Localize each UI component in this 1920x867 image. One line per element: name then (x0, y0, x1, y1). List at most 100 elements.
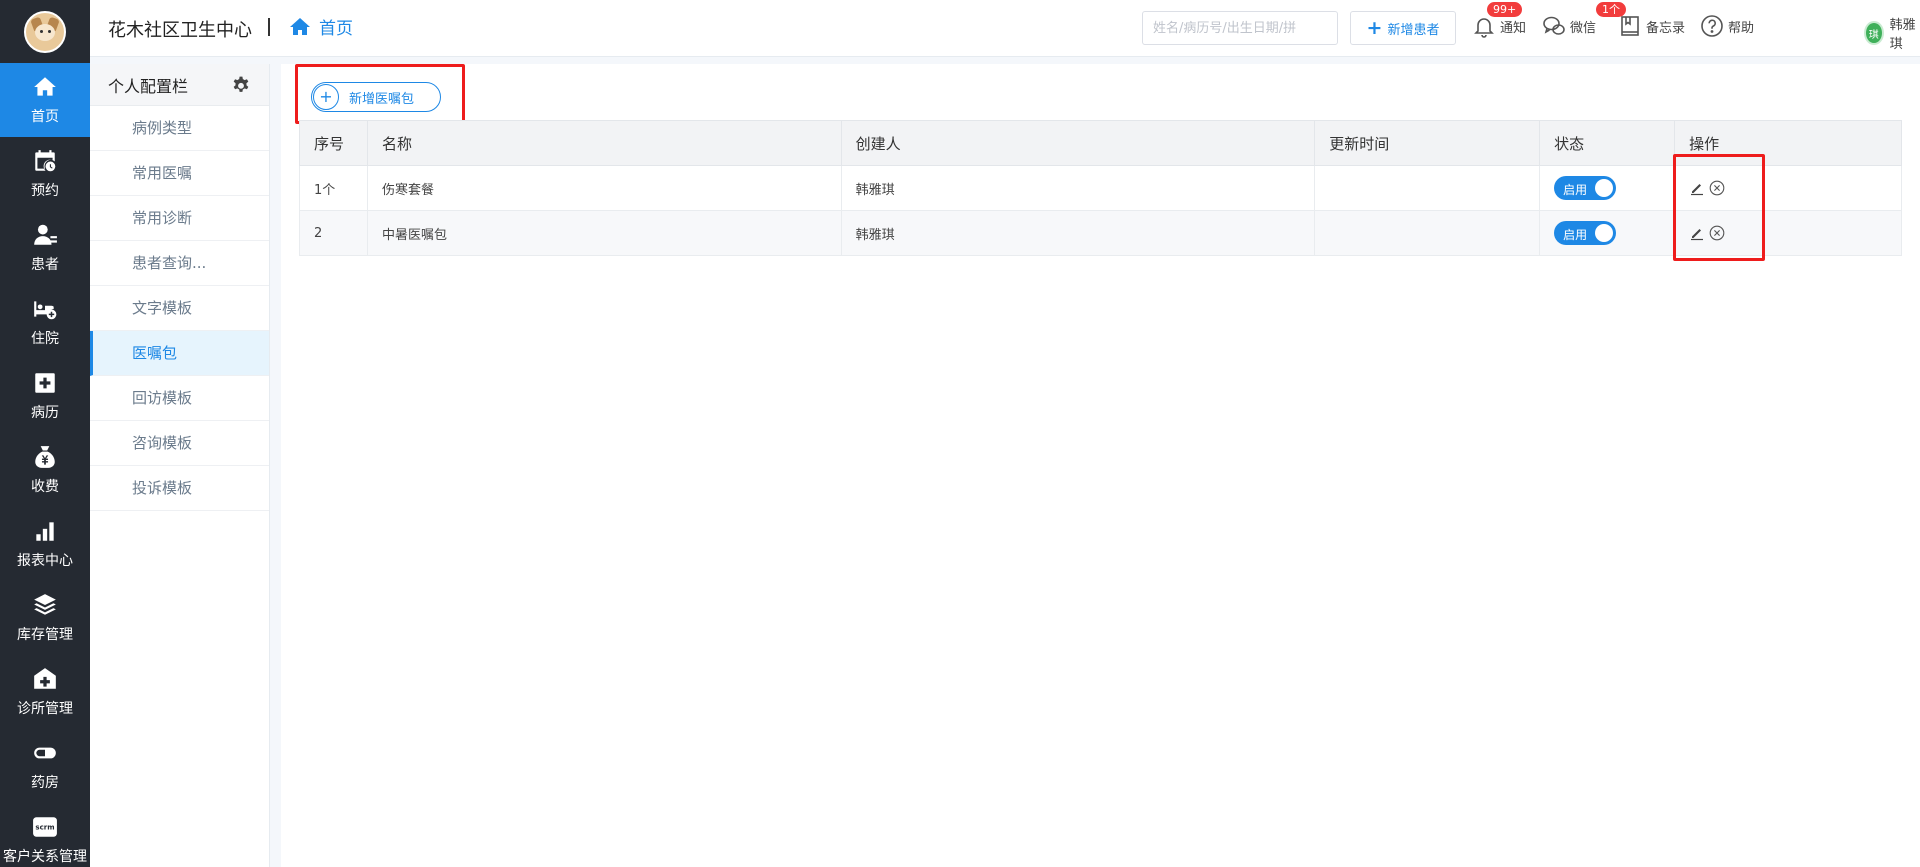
column-header-no: 序号 (299, 120, 368, 166)
cell-name: 中暑医嘱包 (366, 210, 842, 256)
config-header: 个人配置栏 (90, 64, 269, 106)
breadcrumb-label: 首页 (319, 19, 353, 39)
bar-chart-icon (32, 518, 58, 544)
bell-icon (1474, 18, 1494, 38)
notify-badge: 99+ (1487, 2, 1523, 17)
search-input[interactable] (1142, 11, 1338, 45)
config-sidebar: 个人配置栏 病例类型 常用医嘱 常用诊断 患者查询... 文字模板 医嘱包 回访… (90, 64, 270, 867)
calendar-icon (32, 148, 58, 174)
delete-icon[interactable] (1709, 225, 1725, 241)
nav-item-inventory[interactable]: 库存管理 (0, 581, 90, 655)
nav-label: 客户关系管理 (3, 849, 87, 865)
money-bag-icon (32, 444, 58, 470)
nav-label: 诊所管理 (17, 701, 73, 717)
wechat-icon (1543, 16, 1565, 35)
config-item-case-type[interactable]: 病例类型 (90, 106, 269, 151)
cell-name: 伤寒套餐 (366, 165, 842, 211)
left-nav: 首页 预约 患者 住院 病历 收费 报表中心 库存管理 诊所管理 药房 scrm… (0, 0, 90, 867)
nav-label: 收费 (31, 479, 59, 495)
nav-label: 报表中心 (17, 553, 73, 569)
config-item-patient-query[interactable]: 患者查询... (90, 241, 269, 286)
nav-item-billing[interactable]: 收费 (0, 433, 90, 507)
status-toggle[interactable]: 启用 (1554, 176, 1617, 200)
nav-label: 库存管理 (17, 627, 73, 643)
config-item-common-orders[interactable]: 常用医嘱 (90, 151, 269, 196)
table-header-row: 序号 名称 创建人 更新时间 状态 操作 (299, 120, 1902, 166)
help-button[interactable]: 帮助 (1700, 14, 1754, 38)
cell-status: 启用 (1539, 210, 1676, 256)
nav-item-medical-record[interactable]: 病历 (0, 359, 90, 433)
table-row: 2 中暑医嘱包 韩雅琪 启用 (299, 210, 1902, 256)
config-item-text-template[interactable]: 文字模板 (90, 286, 269, 331)
memo-button[interactable]: 备忘录 (1618, 14, 1685, 38)
edit-icon[interactable] (1689, 225, 1705, 241)
breadcrumb-home[interactable]: 首页 (288, 14, 353, 39)
status-toggle[interactable]: 启用 (1554, 221, 1617, 245)
config-title: 个人配置栏 (108, 76, 189, 96)
org-name: 花木社区卫生中心 (108, 20, 252, 41)
nav-item-clinic[interactable]: 诊所管理 (0, 655, 90, 729)
cell-creator: 韩雅琪 (840, 210, 1316, 256)
nav-label: 首页 (31, 109, 59, 125)
nav-item-appointment[interactable]: 预约 (0, 137, 90, 211)
nav-label: 病历 (31, 405, 59, 421)
nav-item-crm[interactable]: scrm 客户关系管理 (0, 803, 90, 867)
nav-item-patient[interactable]: 患者 (0, 211, 90, 285)
logo-wrap (0, 0, 90, 63)
scrm-icon: scrm (32, 814, 58, 840)
toggle-knob (1595, 224, 1614, 242)
status-label: 启用 (1563, 228, 1588, 242)
nav-label: 患者 (31, 257, 59, 273)
config-item-followup-template[interactable]: 回访模板 (90, 376, 269, 421)
cell-creator: 韩雅琪 (840, 165, 1316, 211)
add-order-package-label: 新增医嘱包 (349, 91, 415, 107)
cell-no: 2 (299, 210, 368, 256)
notify-button[interactable]: 通知 99+ (1472, 2, 1527, 38)
bed-icon (32, 296, 58, 322)
notify-label: 通知 (1500, 20, 1527, 36)
clinic-icon (32, 666, 58, 692)
home-icon (32, 74, 58, 100)
config-item-complaint-template[interactable]: 投诉模板 (90, 466, 269, 511)
column-header-updated: 更新时间 (1314, 120, 1541, 166)
order-package-table: 序号 名称 创建人 更新时间 状态 操作 1个 伤寒套餐 韩雅琪 启用 2 中暑… (299, 120, 1902, 256)
plus-icon: + (1366, 16, 1383, 39)
add-order-package-button[interactable]: + 新增医嘱包 (311, 82, 441, 112)
add-patient-label: 新增患者 (1387, 22, 1440, 38)
home-icon (290, 17, 310, 35)
nav-item-pharmacy[interactable]: 药房 (0, 729, 90, 803)
config-item-common-diagnosis[interactable]: 常用诊断 (90, 196, 269, 241)
row-actions (1689, 180, 1901, 196)
toggle-knob (1595, 179, 1614, 197)
main-panel: + 新增医嘱包 序号 名称 创建人 更新时间 状态 操作 1个 伤寒套餐 韩雅琪 (281, 64, 1920, 867)
avatar-logo[interactable] (24, 10, 66, 53)
user-menu[interactable]: 琪 韩雅琪 (1864, 14, 1920, 52)
user-name: 韩雅琪 (1889, 18, 1916, 52)
column-header-creator: 创建人 (840, 120, 1316, 166)
patient-icon (32, 222, 58, 248)
cell-no: 1个 (299, 165, 368, 211)
nav-item-reports[interactable]: 报表中心 (0, 507, 90, 581)
nav-item-home[interactable]: 首页 (0, 63, 90, 137)
wechat-label: 微信 (1570, 20, 1597, 36)
help-icon (1701, 15, 1723, 37)
column-header-name: 名称 (366, 120, 842, 166)
add-patient-button[interactable]: + 新增患者 (1350, 11, 1456, 45)
status-label: 启用 (1563, 183, 1588, 197)
medical-record-icon (32, 370, 58, 396)
row-actions (1689, 225, 1901, 241)
cell-actions (1674, 165, 1902, 211)
delete-icon[interactable] (1709, 180, 1725, 196)
gear-icon[interactable] (231, 75, 251, 95)
config-item-order-package[interactable]: 医嘱包 (90, 331, 269, 376)
cell-actions (1674, 210, 1902, 256)
config-item-consult-template[interactable]: 咨询模板 (90, 421, 269, 466)
cell-updated (1314, 165, 1541, 211)
edit-icon[interactable] (1689, 180, 1705, 196)
wechat-button[interactable]: 微信 1个 (1542, 2, 1626, 38)
nav-item-inpatient[interactable]: 住院 (0, 285, 90, 359)
nav-label: 药房 (31, 775, 59, 791)
plus-circle-icon: + (313, 84, 339, 110)
pill-icon (32, 740, 58, 766)
user-avatar: 琪 (1864, 21, 1884, 45)
